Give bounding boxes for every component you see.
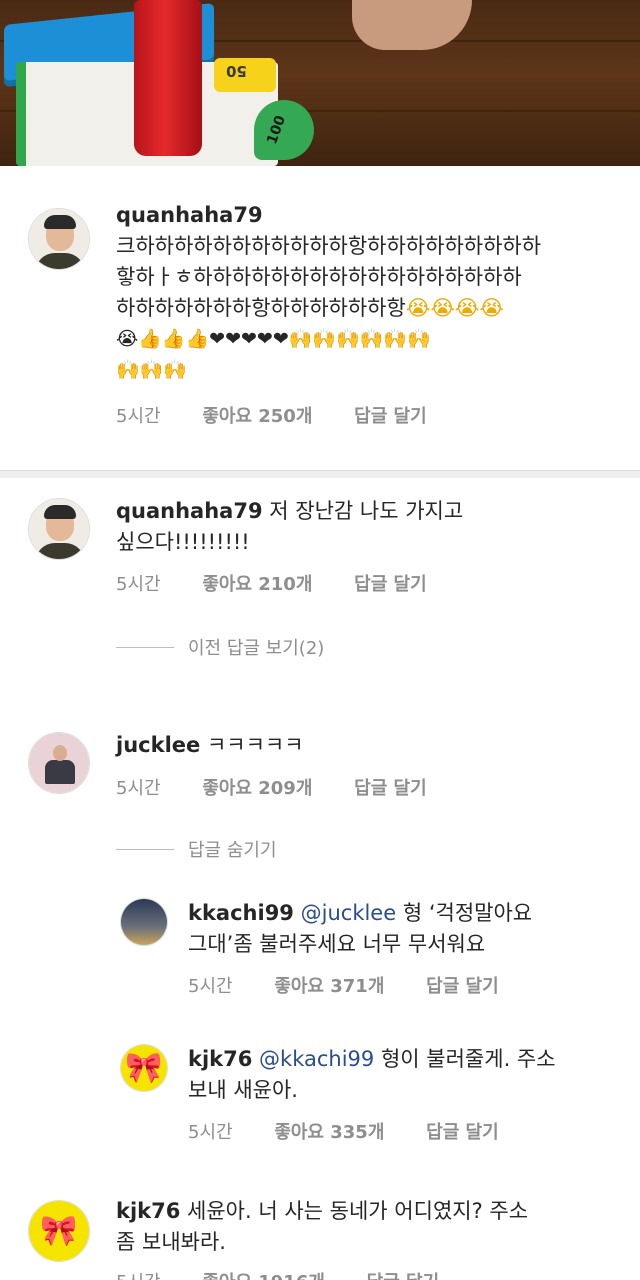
comment-meta: 5시간 좋아요 210개 답글 달기 [116, 570, 463, 596]
comment-meta: 5시간 좋아요 250개 답글 달기 [116, 402, 463, 428]
emoji-row: 😭👍👍👍❤❤❤❤❤🙌🙌🙌🙌🙌🙌 [116, 328, 431, 350]
comment-meta: 5시간 좋아요 209개 답글 달기 [116, 774, 463, 800]
avatar[interactable]: 🎀 [120, 1044, 168, 1092]
comment-line: 크하하하하하하하하하하하항하하하하하하하하하 [116, 234, 542, 258]
section-divider [0, 470, 640, 478]
comment: jucklee ㅋㅋㅋㅋㅋ 5시간 좋아요 209개 답글 달기 답글 숨기기 [0, 718, 640, 868]
likes-count[interactable]: 좋아요 250개 [202, 406, 312, 427]
toggle-label: 이전 답글 보기(2) [188, 638, 325, 659]
likes-count[interactable]: 좋아요 210개 [202, 574, 312, 595]
comment-time: 5시간 [116, 1272, 161, 1280]
reply-line: 형 ‘걱정말아요 [402, 901, 533, 925]
reply-button[interactable]: 답글 달기 [367, 1272, 440, 1280]
reply-button[interactable]: 답글 달기 [354, 574, 427, 595]
comment-line: 하하하하하하하항하하하하하하항 [116, 296, 406, 320]
comment-text: kjk76 세윤아. 너 사는 동네가 어디였지? 주소 좀 보내봐라. [116, 1196, 626, 1258]
reply-text: kkachi99 @jucklee 형 ‘걱정말아요 그대’좀 불러주세요 너무… [188, 898, 618, 960]
comment-username[interactable]: kjk76 [116, 1199, 180, 1223]
tab-label-50: 50 [226, 62, 247, 80]
view-previous-replies[interactable]: 이전 답글 보기(2) [116, 634, 324, 660]
comment-text: quanhaha79 크하하하하하하하하하하하항하하하하하하하하하 핳하ㅏㅎ하하… [116, 200, 616, 386]
divider-line [116, 646, 174, 648]
divider-line [116, 848, 174, 850]
reply-button[interactable]: 답글 달기 [354, 778, 427, 799]
reply-button[interactable]: 답글 달기 [426, 1122, 499, 1143]
red-toy-figure [134, 0, 202, 156]
toggle-label: 답글 숨기기 [188, 840, 277, 861]
hand [352, 0, 472, 50]
avatar[interactable]: 🎀 [28, 1200, 90, 1262]
mention-link[interactable]: @kkachi99 [259, 1047, 374, 1071]
ribbon-icon: 🎀 [125, 1050, 163, 1086]
comment-time: 5시간 [116, 406, 161, 427]
reply-text: kjk76 @kkachi99 형이 불러줄게. 주소 보내 새윤아. [188, 1044, 618, 1106]
comment: quanhaha79 저 장난감 나도 가지고 싶으다!!!!!!!!! 5시간… [0, 478, 640, 678]
avatar[interactable] [28, 208, 90, 270]
comment-line: 싶으다!!!!!!!!! [116, 530, 250, 554]
ribbon-icon: 🎀 [40, 1213, 78, 1249]
reply-line: 보내 새윤아. [188, 1078, 298, 1102]
comment-line: ㅋㅋㅋㅋㅋ [206, 733, 304, 757]
reply-username[interactable]: kjk76 [188, 1047, 252, 1071]
avatar[interactable] [28, 732, 90, 794]
emoji: 😭😭😭😭 [405, 296, 504, 320]
likes-count[interactable]: 좋아요 335개 [274, 1122, 384, 1143]
comment-time: 5시간 [116, 574, 161, 595]
comment-time: 5시간 [116, 778, 161, 799]
hide-replies[interactable]: 답글 숨기기 [116, 836, 277, 862]
likes-count[interactable]: 좋아요 209개 [202, 778, 312, 799]
reply-line: 형이 불러줄게. 주소 [380, 1047, 556, 1071]
reply-meta: 5시간 좋아요 371개 답글 달기 [188, 972, 535, 998]
comment-line: 저 장난감 나도 가지고 [269, 499, 464, 523]
reply-time: 5시간 [188, 1122, 233, 1143]
reply-line: 그대’좀 불러주세요 너무 무서워요 [188, 932, 486, 956]
likes-count[interactable]: 좋아요 1916개 [202, 1272, 325, 1280]
comment-line: 좀 보내봐라. [116, 1230, 226, 1254]
reply-username[interactable]: kkachi99 [188, 901, 294, 925]
mention-link[interactable]: @jucklee [301, 901, 397, 925]
comment: 🎀 kjk76 세윤아. 너 사는 동네가 어디였지? 주소 좀 보내봐라. 5… [0, 1186, 640, 1280]
comment-username[interactable]: quanhaha79 [116, 499, 263, 523]
comment-text: jucklee ㅋㅋㅋㅋㅋ [116, 730, 616, 761]
comment: quanhaha79 크하하하하하하하하하하하항하하하하하하하하하 핳하ㅏㅎ하하… [0, 166, 640, 470]
comment-username[interactable]: quanhaha79 [116, 203, 263, 227]
post-photo: 50 100 [0, 0, 640, 166]
avatar[interactable] [28, 498, 90, 560]
avatar[interactable] [120, 898, 168, 946]
reply: kkachi99 @jucklee 형 ‘걱정말아요 그대’좀 불러주세요 너무… [0, 888, 640, 1018]
comment-meta: 5시간 좋아요 1916개 답글 달기 [116, 1268, 475, 1280]
reply-button[interactable]: 답글 달기 [354, 406, 427, 427]
comment-username[interactable]: jucklee [116, 733, 200, 757]
comment-text: quanhaha79 저 장난감 나도 가지고 싶으다!!!!!!!!! [116, 496, 616, 558]
likes-count[interactable]: 좋아요 371개 [274, 976, 384, 997]
comment-line: 핳하ㅏㅎ하하하하하하하하하하하하하하하하하 [116, 265, 522, 289]
reply-time: 5시간 [188, 976, 233, 997]
reply-button[interactable]: 답글 달기 [426, 976, 499, 997]
reply-meta: 5시간 좋아요 335개 답글 달기 [188, 1118, 535, 1144]
comment-line: 세윤아. 너 사는 동네가 어디였지? 주소 [187, 1199, 529, 1223]
reply: 🎀 kjk76 @kkachi99 형이 불러줄게. 주소 보내 새윤아. 5시… [0, 1034, 640, 1164]
emoji-row: 🙌🙌🙌 [116, 359, 187, 381]
